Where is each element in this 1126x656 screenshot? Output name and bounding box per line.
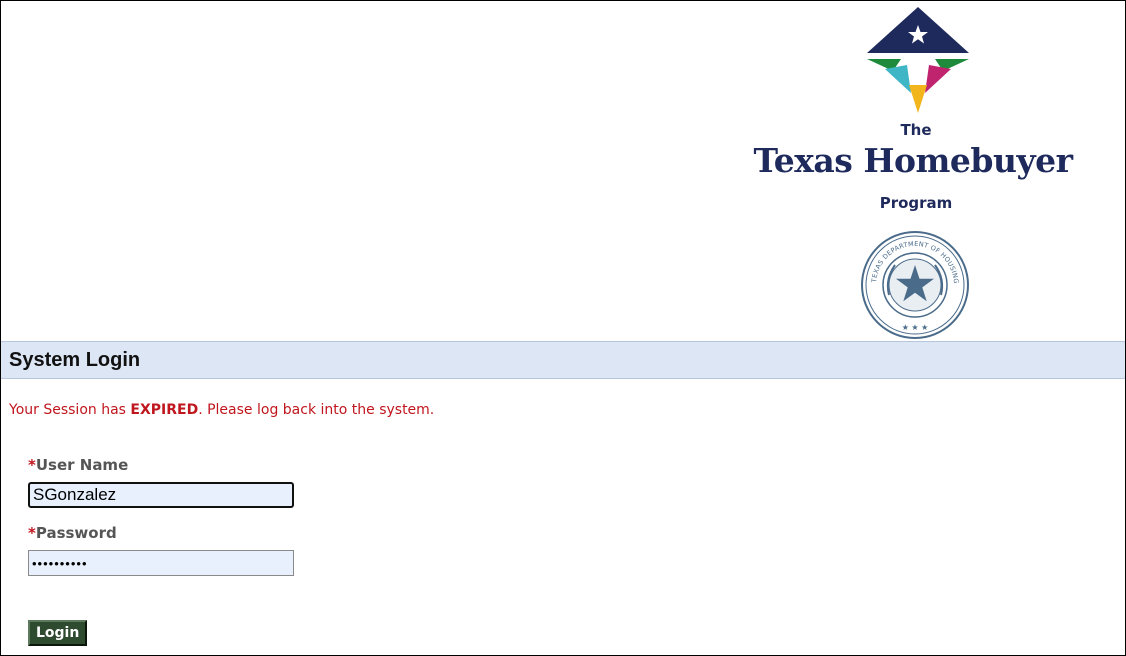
- logo-the-text: The: [900, 121, 932, 139]
- login-button[interactable]: Login: [28, 620, 88, 646]
- texas-homebuyer-logo-icon: [867, 7, 969, 113]
- tdhca-seal-icon: TEXAS DEPARTMENT OF HOUSING AND COMMUNIT…: [859, 229, 969, 339]
- message-prefix: Your Session has: [9, 402, 131, 418]
- message-suffix: . Please log back into the system.: [198, 402, 435, 418]
- logo-program-text: Program: [879, 194, 953, 212]
- header: The Texas Homebuyer Program TEXAS DEPART…: [1, 1, 1125, 341]
- login-page: The Texas Homebuyer Program TEXAS DEPART…: [0, 0, 1126, 656]
- required-mark: *: [28, 456, 36, 474]
- username-input[interactable]: [28, 482, 294, 508]
- section-title: System Login: [9, 349, 141, 371]
- svg-text:★ ★ ★: ★ ★ ★: [902, 323, 929, 332]
- message-emphasis: EXPIRED: [130, 402, 199, 418]
- password-label: *Password: [28, 524, 117, 542]
- username-label: *User Name: [28, 456, 128, 474]
- password-input[interactable]: [28, 550, 294, 576]
- section-header: System Login: [1, 341, 1125, 379]
- password-label-text: Password: [35, 524, 117, 542]
- logo-title: Texas Homebuyer: [753, 141, 1073, 180]
- session-expired-message: Your Session has EXPIRED. Please log bac…: [9, 402, 434, 418]
- required-mark: *: [28, 524, 36, 542]
- username-label-text: User Name: [35, 456, 129, 474]
